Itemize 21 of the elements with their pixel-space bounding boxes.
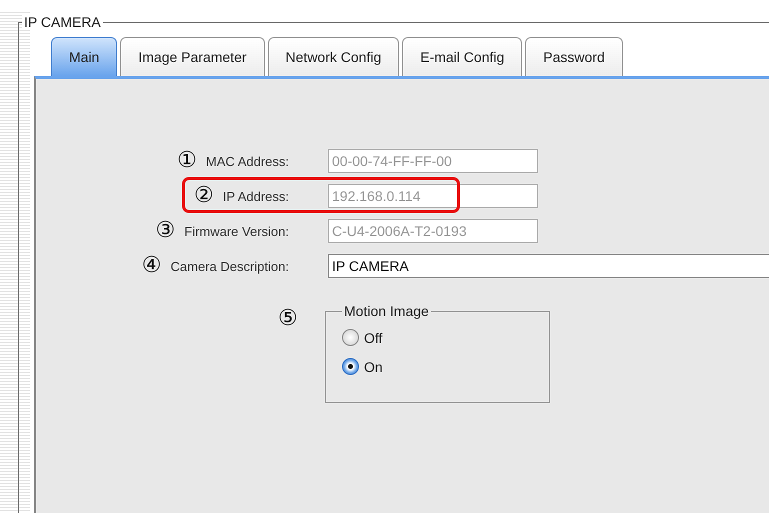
input-field[interactable]: IP CAMERA bbox=[328, 254, 769, 278]
tab[interactable]: Main bbox=[51, 37, 118, 76]
annotation-number: ③ bbox=[156, 219, 176, 243]
radio-option[interactable]: Off bbox=[342, 329, 533, 346]
annotation-number: ② bbox=[194, 184, 214, 208]
tab[interactable]: Image Parameter bbox=[120, 37, 265, 76]
annotation-number: ⑤ bbox=[278, 307, 299, 333]
tab[interactable]: Password bbox=[525, 37, 623, 76]
field-label: Firmware Version: bbox=[184, 224, 289, 238]
annotation-number: ① bbox=[177, 149, 197, 173]
annotation-number: ④ bbox=[142, 254, 162, 278]
group-title: Motion Image bbox=[343, 303, 430, 319]
tab[interactable]: E-mail Config bbox=[402, 37, 522, 76]
field-label: IP Address: bbox=[222, 188, 289, 204]
radio-option[interactable]: On bbox=[342, 358, 533, 375]
radio-button[interactable] bbox=[342, 358, 359, 375]
field-label: MAC Address: bbox=[206, 154, 289, 168]
radio-button[interactable] bbox=[342, 329, 359, 346]
field-label: Camera Description: bbox=[170, 258, 289, 274]
group-title: IP CAMERA bbox=[22, 14, 103, 30]
tab[interactable]: Network Config bbox=[268, 37, 400, 76]
